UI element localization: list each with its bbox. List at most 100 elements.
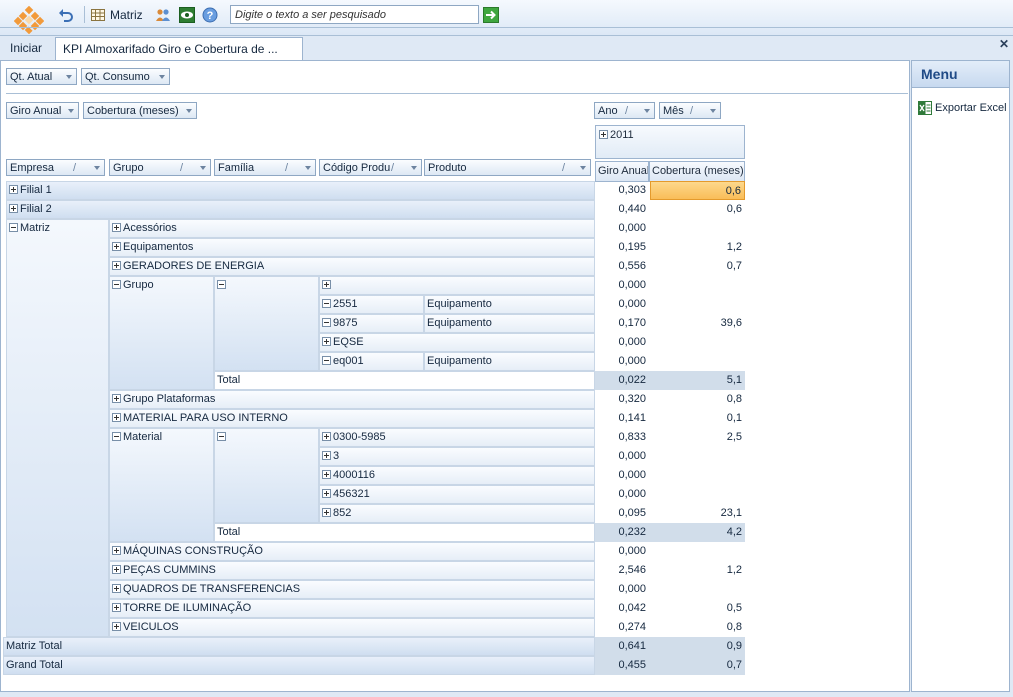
app-logo-icon[interactable] (14, 6, 44, 34)
collapse-icon[interactable] (9, 223, 18, 232)
value-giro-anual[interactable]: 0,000 (595, 466, 649, 485)
value-giro-anual[interactable]: 0,274 (595, 618, 649, 637)
measure-header-cobertura[interactable]: Cobertura (meses) (649, 161, 745, 182)
row-header-852[interactable]: 852 (319, 504, 595, 523)
value-giro-anual[interactable]: 0,000 (595, 542, 649, 561)
value-giro-anual[interactable]: 0,000 (595, 447, 649, 466)
expand-icon[interactable] (112, 584, 121, 593)
expand-icon[interactable] (112, 394, 121, 403)
value-cobertura[interactable]: 0,7 (649, 257, 745, 276)
row-header-grupo[interactable]: Grupo (109, 276, 214, 390)
expand-icon[interactable] (599, 130, 608, 139)
value-cobertura[interactable] (649, 352, 745, 371)
row-header-pecas-cummins[interactable]: PEÇAS CUMMINS (109, 561, 595, 580)
expand-icon[interactable] (322, 451, 331, 460)
expand-icon[interactable] (322, 489, 331, 498)
row-header-equipamentos[interactable]: Equipamentos (109, 238, 595, 257)
value-cobertura[interactable] (649, 219, 745, 238)
value-giro-anual[interactable]: 0,095 (595, 504, 649, 523)
value-cobertura-total[interactable]: 4,2 (649, 523, 745, 542)
row-header-produto-eq001[interactable]: Equipamento (424, 352, 595, 371)
row-header-torre[interactable]: TORRE DE ILUMINAÇÃO (109, 599, 595, 618)
value-giro-anual[interactable]: 0,556 (595, 257, 649, 276)
expand-icon[interactable] (112, 261, 121, 270)
expand-icon[interactable] (322, 508, 331, 517)
row-header-filial-2[interactable]: Filial 2 (6, 200, 595, 219)
data-field-giro-anual[interactable]: Giro Anual (6, 102, 79, 119)
value-giro-anual[interactable]: 0,195 (595, 238, 649, 257)
value-cobertura[interactable] (649, 580, 745, 599)
value-giro-anual-total[interactable]: 0,641 (595, 637, 649, 656)
matriz-button[interactable]: Matriz (90, 6, 143, 24)
collapse-icon[interactable] (322, 299, 331, 308)
view-button[interactable] (179, 6, 195, 24)
users-button[interactable] (155, 6, 171, 24)
row-header-material-total[interactable]: Total (214, 523, 595, 542)
row-header-veiculos[interactable]: VEICULOS (109, 618, 595, 637)
value-cobertura[interactable] (649, 276, 745, 295)
search-input[interactable] (230, 5, 479, 24)
filter-field-qt-consumo[interactable]: Qt. Consumo (81, 68, 170, 85)
row-header-familia-blank[interactable] (214, 276, 319, 371)
row-field-grupo[interactable]: Grupo / (109, 159, 211, 176)
collapse-icon[interactable] (112, 432, 121, 441)
value-giro-anual-total[interactable]: 0,232 (595, 523, 649, 542)
column-field-mes[interactable]: Mês / (659, 102, 721, 119)
row-field-empresa[interactable]: Empresa / (6, 159, 105, 176)
row-header-eqse[interactable]: EQSE (319, 333, 595, 352)
value-cobertura[interactable] (649, 333, 745, 352)
value-giro-anual[interactable]: 0,000 (595, 485, 649, 504)
value-giro-anual[interactable]: 0,303 (595, 181, 649, 200)
row-field-produto[interactable]: Produto / (424, 159, 591, 176)
row-header-matriz-total[interactable]: Matriz Total (3, 637, 595, 656)
value-giro-anual-total[interactable]: 0,022 (595, 371, 649, 390)
row-header-matriz[interactable]: Matriz (6, 219, 109, 637)
tab-iniciar[interactable]: Iniciar (6, 38, 46, 59)
value-cobertura[interactable]: 1,2 (649, 561, 745, 580)
row-header-material-uso-interno[interactable]: MATERIAL PARA USO INTERNO (109, 409, 595, 428)
expand-icon[interactable] (322, 432, 331, 441)
export-excel-button[interactable]: Exportar Excel (918, 101, 1007, 115)
row-header-eq001[interactable]: eq001 (319, 352, 424, 371)
row-header-geradores[interactable]: GERADORES DE ENERGIA (109, 257, 595, 276)
row-header-2551[interactable]: 2551 (319, 295, 424, 314)
data-field-cobertura[interactable]: Cobertura (meses) (83, 102, 197, 119)
row-header-grand-total[interactable]: Grand Total (3, 656, 595, 675)
expand-icon[interactable] (112, 565, 121, 574)
tab-kpi-almoxarifado[interactable]: KPI Almoxarifado Giro e Cobertura de ... (55, 37, 303, 61)
expand-icon[interactable] (322, 280, 331, 289)
value-cobertura[interactable]: 1,2 (649, 238, 745, 257)
row-header-0300-5985[interactable]: 0300-5985 (319, 428, 595, 447)
row-header-grupo-total[interactable]: Total (214, 371, 595, 390)
row-header-9875[interactable]: 9875 (319, 314, 424, 333)
row-header-familia-blank-2[interactable] (214, 428, 319, 523)
row-header-456321[interactable]: 456321 (319, 485, 595, 504)
value-giro-anual[interactable]: 0,833 (595, 428, 649, 447)
collapse-icon[interactable] (322, 356, 331, 365)
expand-icon[interactable] (112, 242, 121, 251)
value-cobertura[interactable]: 0,8 (649, 390, 745, 409)
row-header-maquinas[interactable]: MÁQUINAS CONSTRUÇÃO (109, 542, 595, 561)
value-cobertura[interactable] (649, 542, 745, 561)
value-giro-anual[interactable]: 0,170 (595, 314, 649, 333)
row-header-produto-9875[interactable]: Equipamento (424, 314, 595, 333)
value-cobertura[interactable]: 23,1 (649, 504, 745, 523)
value-cobertura[interactable] (649, 447, 745, 466)
column-field-ano[interactable]: Ano / (594, 102, 655, 119)
expand-icon[interactable] (112, 622, 121, 631)
row-header-material[interactable]: Material (109, 428, 214, 542)
help-button[interactable]: ? (202, 6, 218, 24)
value-giro-anual[interactable]: 0,000 (595, 352, 649, 371)
search-go-button[interactable] (483, 6, 499, 24)
row-field-familia[interactable]: Família / (214, 159, 316, 176)
expand-icon[interactable] (112, 546, 121, 555)
value-giro-anual[interactable]: 0,440 (595, 200, 649, 219)
expand-icon[interactable] (112, 603, 121, 612)
undo-button[interactable] (58, 6, 74, 24)
expand-icon[interactable] (322, 337, 331, 346)
close-tab-icon[interactable]: ✕ (999, 37, 1009, 51)
value-cobertura-total[interactable]: 0,9 (649, 637, 745, 656)
value-giro-anual[interactable]: 0,000 (595, 276, 649, 295)
collapse-icon[interactable] (322, 318, 331, 327)
value-cobertura[interactable] (649, 466, 745, 485)
